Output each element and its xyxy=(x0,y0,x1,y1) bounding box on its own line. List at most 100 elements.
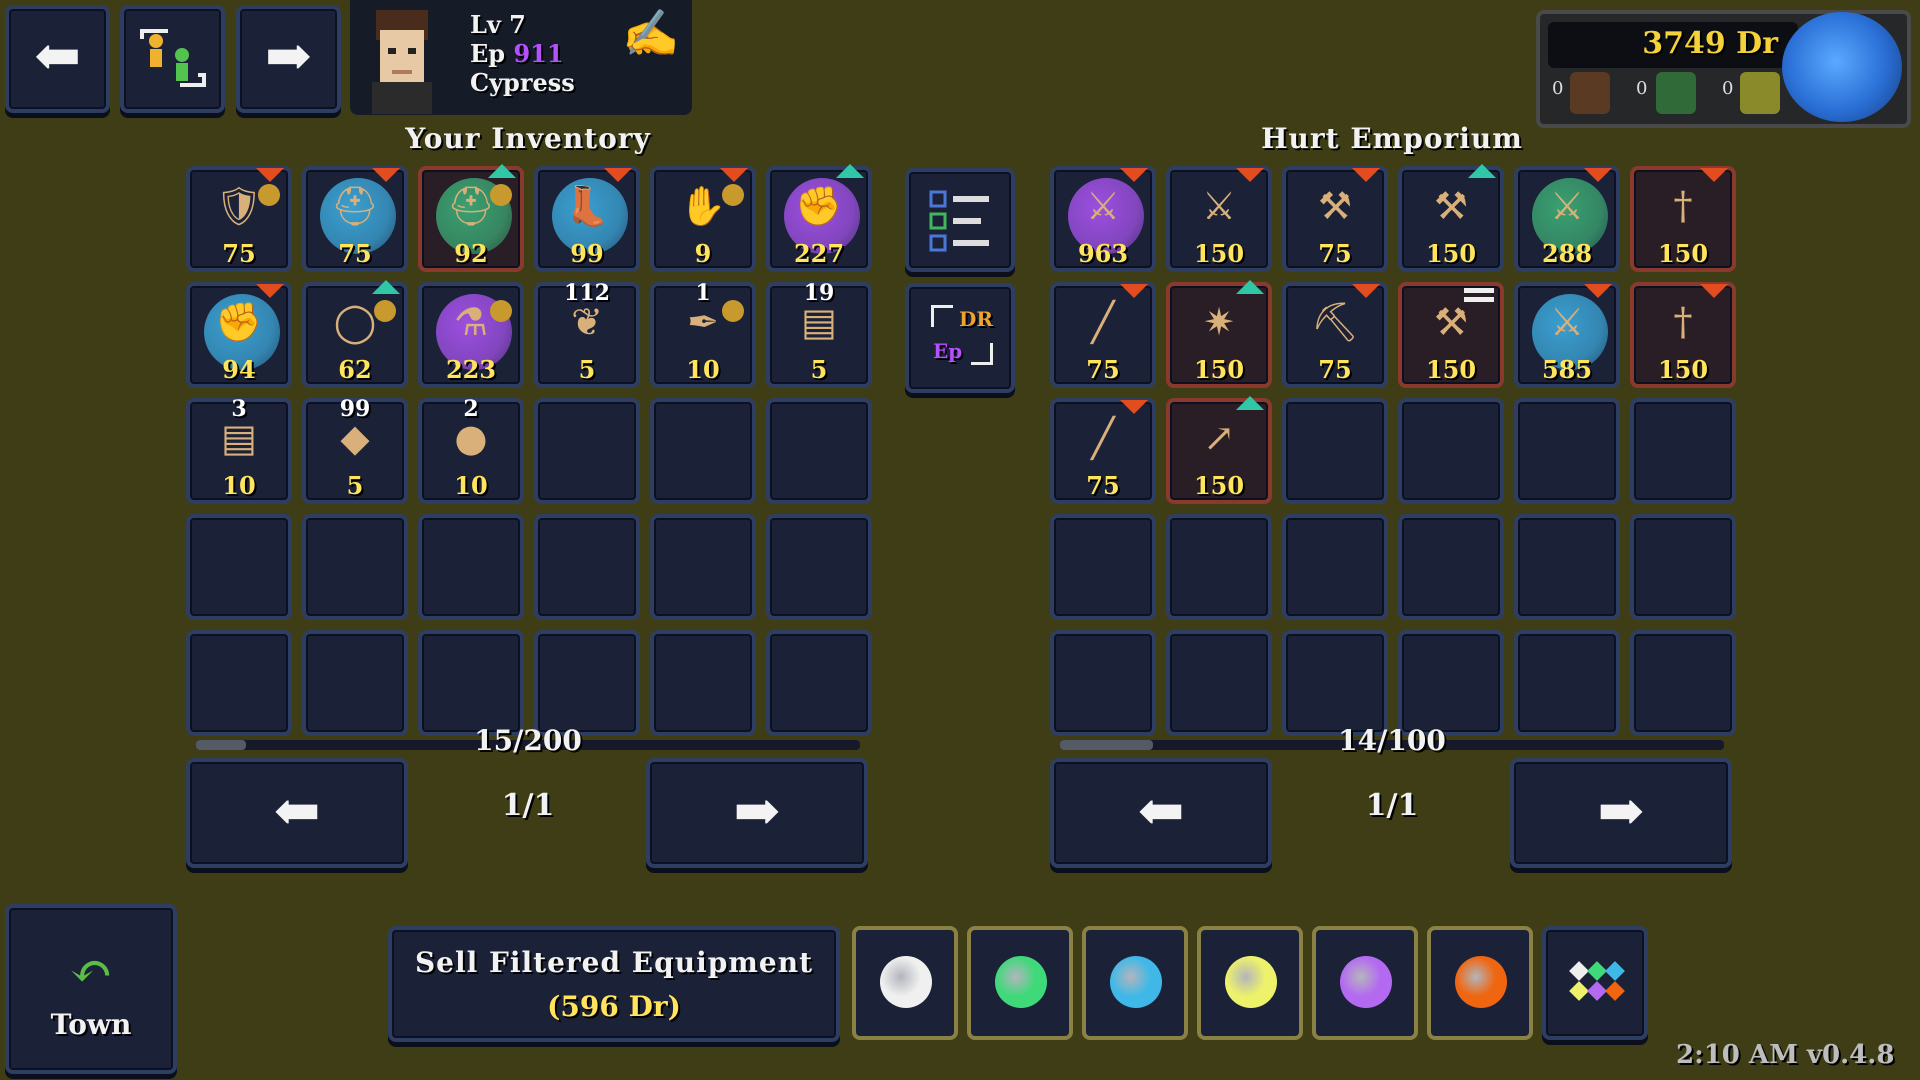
inventory-empty-slot[interactable] xyxy=(418,630,524,736)
class-icon: ✍ xyxy=(622,6,680,60)
shop-slot[interactable]: ⚒ 150 xyxy=(1398,282,1504,388)
shop-empty-slot[interactable] xyxy=(1166,514,1272,620)
shop-empty-slot[interactable] xyxy=(1630,630,1736,736)
inventory-slot[interactable]: ✒ 1 10 xyxy=(650,280,756,388)
shop-empty-slot[interactable] xyxy=(1630,398,1736,504)
item-price: 94 xyxy=(222,355,256,384)
rarity-filter-yellow[interactable] xyxy=(1197,926,1303,1040)
rarity-filter-orange[interactable] xyxy=(1427,926,1533,1040)
inventory-slot[interactable]: ✊ 227 xyxy=(766,164,872,272)
sell-filtered-button[interactable]: Sell Filtered Equipment (596 Dr) xyxy=(388,926,840,1042)
downgrade-indicator-icon xyxy=(1352,284,1380,298)
rarity-filter-blue[interactable] xyxy=(1082,926,1188,1040)
nav-prev-button[interactable]: ⬅ xyxy=(5,5,110,113)
shop-empty-slot[interactable] xyxy=(1630,514,1736,620)
shop-empty-slot[interactable] xyxy=(1514,630,1620,736)
inventory-slot[interactable]: ✋ 9 xyxy=(650,166,756,272)
inventory-prev-page-button[interactable]: ⬅ xyxy=(186,758,408,868)
inventory-slot[interactable]: ● 2 10 xyxy=(418,396,524,504)
green-gem-icon xyxy=(995,956,1047,1008)
town-button[interactable]: ↶ Town xyxy=(5,904,177,1074)
inventory-empty-slot[interactable] xyxy=(534,514,640,620)
shop-empty-slot[interactable] xyxy=(1050,514,1156,620)
upgrade-indicator-icon xyxy=(1236,396,1264,410)
shop-empty-slot[interactable] xyxy=(1050,630,1156,736)
filter-button[interactable] xyxy=(905,168,1015,272)
shop-slot[interactable]: ⚔ 963 xyxy=(1050,166,1156,272)
shop-slot[interactable]: ⚒ 150 xyxy=(1398,164,1504,272)
shop-empty-slot[interactable] xyxy=(1282,514,1388,620)
shop-slot[interactable]: ⚒ 75 xyxy=(1282,166,1388,272)
convert-dr-ep-button[interactable]: DR Ep xyxy=(905,283,1015,393)
shop-next-page-button[interactable]: ➡ xyxy=(1510,758,1732,868)
inventory-next-page-button[interactable]: ➡ xyxy=(646,758,868,868)
shop-empty-slot[interactable] xyxy=(1514,514,1620,620)
club-icon: ╱ xyxy=(1091,300,1115,344)
shop-empty-slot[interactable] xyxy=(1282,630,1388,736)
inventory-slot[interactable]: ◆ 99 5 xyxy=(302,396,408,504)
item-price: 75 xyxy=(1318,355,1352,384)
shop-slot[interactable]: ╱ 75 xyxy=(1050,282,1156,388)
inventory-empty-slot[interactable] xyxy=(186,514,292,620)
rarity-filter-purple[interactable] xyxy=(1312,926,1418,1040)
downgrade-indicator-icon xyxy=(256,168,284,182)
inventory-slot[interactable]: ✊ 94 xyxy=(186,282,292,388)
all-rarity-toggle[interactable] xyxy=(1542,926,1648,1040)
shop-slot[interactable]: ⚔ 288 xyxy=(1514,166,1620,272)
shop-empty-slot[interactable] xyxy=(1166,630,1272,736)
shop-slot[interactable]: ⚔ 585 xyxy=(1514,282,1620,388)
inventory-empty-slot[interactable] xyxy=(766,514,872,620)
shop-slot[interactable]: ↗ 150 xyxy=(1166,396,1272,504)
inventory-empty-slot[interactable] xyxy=(534,630,640,736)
inventory-empty-slot[interactable] xyxy=(186,630,292,736)
dr-balance: 3749 Dr xyxy=(1548,22,1798,68)
inventory-empty-slot[interactable] xyxy=(534,398,640,504)
shop-slot[interactable]: † 150 xyxy=(1630,282,1736,388)
inventory-empty-slot[interactable] xyxy=(650,630,756,736)
shop-slot[interactable]: ⛏ 75 xyxy=(1282,282,1388,388)
inventory-slot[interactable]: ⛑ 92 xyxy=(418,164,524,272)
inventory-slot[interactable]: 🛡 75 xyxy=(186,166,292,272)
inventory-slot[interactable]: ◯ 62 xyxy=(302,280,408,388)
inventory-slot[interactable]: ▤ 3 10 xyxy=(186,396,292,504)
inventory-slot[interactable]: ▤ 19 5 xyxy=(766,280,872,388)
shop-empty-slot[interactable] xyxy=(1398,630,1504,736)
inventory-slot[interactable]: ⛑ 75 xyxy=(302,166,408,272)
inventory-empty-slot[interactable] xyxy=(650,514,756,620)
nav-next-button[interactable]: ➡ xyxy=(236,5,341,113)
town-label: Town xyxy=(50,1008,132,1041)
inventory-slot[interactable]: ❦ 112 5 xyxy=(534,280,640,388)
shop-slot[interactable]: ╱ 75 xyxy=(1050,398,1156,504)
item-price: 75 xyxy=(338,239,372,268)
item-price: 9 xyxy=(694,239,712,268)
inventory-slot[interactable]: 👢 99 xyxy=(534,166,640,272)
character-portrait[interactable] xyxy=(362,4,442,114)
sell-label: Sell Filtered Equipment xyxy=(414,946,814,979)
shop-empty-slot[interactable] xyxy=(1398,398,1504,504)
glove-icon: ✊ xyxy=(215,300,263,344)
inventory-empty-slot[interactable] xyxy=(766,630,872,736)
shop-slot[interactable]: ⚔ 150 xyxy=(1166,166,1272,272)
shop-empty-slot[interactable] xyxy=(1514,398,1620,504)
inventory-slot[interactable]: ⚗ 223 xyxy=(418,282,524,388)
rarity-filter-white[interactable] xyxy=(852,926,958,1040)
downgrade-indicator-icon xyxy=(1120,400,1148,414)
shop-slot[interactable]: † 150 xyxy=(1630,166,1736,272)
shop-slot[interactable]: ✷ 150 xyxy=(1166,280,1272,388)
shop-empty-slot[interactable] xyxy=(1398,514,1504,620)
inventory-empty-slot[interactable] xyxy=(418,514,524,620)
inventory-empty-slot[interactable] xyxy=(302,514,408,620)
item-price: 75 xyxy=(1318,239,1352,268)
inventory-empty-slot[interactable] xyxy=(302,630,408,736)
character-stats: Lv 7 Ep 911 Cypress xyxy=(470,10,575,97)
inventory-empty-slot[interactable] xyxy=(766,398,872,504)
axe-icon: ⚒ xyxy=(1317,184,1353,228)
rarity-filter-green[interactable] xyxy=(967,926,1073,1040)
inventory-empty-slot[interactable] xyxy=(650,398,756,504)
sword-green-icon: ⚔ xyxy=(1549,184,1585,228)
shop-empty-slot[interactable] xyxy=(1282,398,1388,504)
shop-prev-page-button[interactable]: ⬅ xyxy=(1050,758,1272,868)
inventory-count: 15/200 xyxy=(474,724,582,757)
party-swap-button[interactable] xyxy=(120,5,225,113)
arrow-left-icon: ⬅ xyxy=(273,779,321,844)
